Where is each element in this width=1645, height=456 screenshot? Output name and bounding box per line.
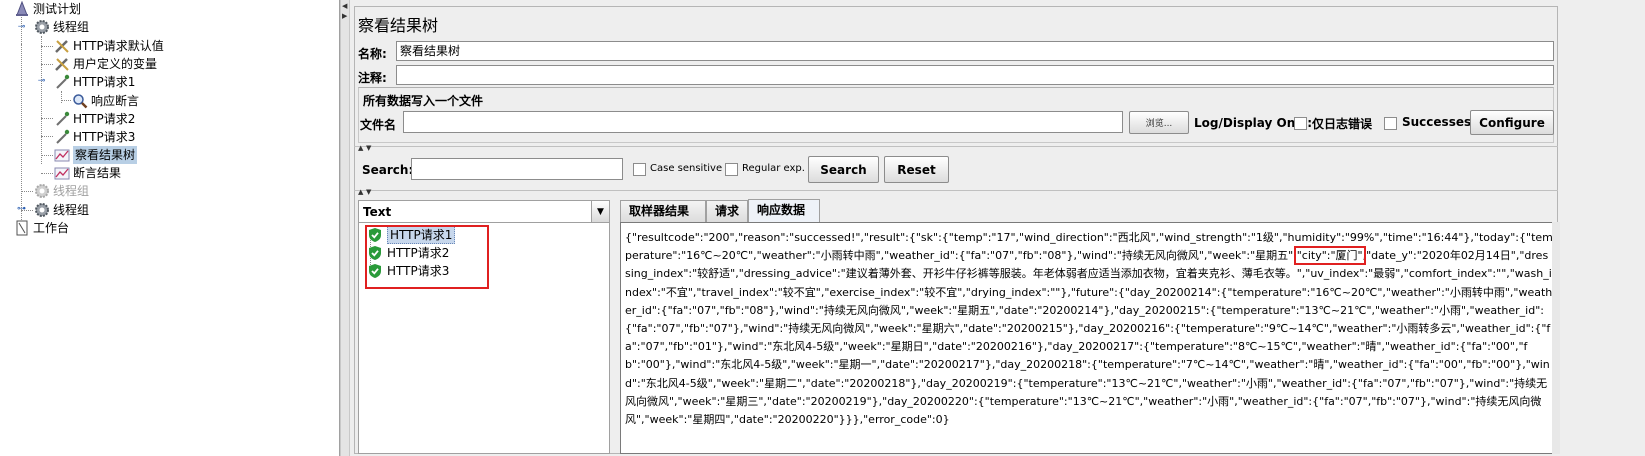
arrow-down-icon[interactable]: ▼ <box>366 188 371 196</box>
errors-only-label: 仅日志错误 <box>1312 117 1373 131</box>
tree-connector <box>41 36 42 164</box>
errors-only-checkbox[interactable] <box>1294 117 1307 130</box>
tree-item-response-assertion[interactable]: 响应断言 <box>72 92 139 110</box>
arrow-right-icon[interactable]: ▶ <box>342 12 347 20</box>
tree-label: 用户定义的变量 <box>73 57 158 71</box>
pipette-icon <box>54 111 70 127</box>
tree-item-http-defaults[interactable]: HTTP请求默认值 <box>54 37 164 55</box>
tree-connector <box>41 155 53 156</box>
arrow-left-icon[interactable]: ◀ <box>342 2 347 10</box>
tree-connector <box>41 136 53 137</box>
sample-result-list[interactable]: Text ▼ HTTP请求1 HTTP请求2 HTTP请求3 <box>358 200 610 454</box>
comment-label: 注释: <box>358 71 387 85</box>
tab-request[interactable]: 请求 <box>706 200 748 222</box>
collapse-toggle[interactable]: ⊸ <box>37 77 46 86</box>
magnifier-icon <box>72 93 88 109</box>
tree-label: HTTP请求2 <box>73 112 136 126</box>
tree-label: 测试计划 <box>33 2 82 16</box>
panel-title: 察看结果树 <box>358 16 439 35</box>
gear-icon <box>34 19 50 35</box>
split-divider[interactable]: ▲ ▼ <box>354 144 1558 152</box>
arrow-up-icon[interactable]: ▲ <box>358 188 363 196</box>
search-label: Search: <box>362 163 414 177</box>
tree-item-user-vars[interactable]: 用户定义的变量 <box>54 55 157 73</box>
tree-connector <box>61 91 62 103</box>
chart-icon <box>54 165 70 181</box>
search-input[interactable] <box>411 158 623 180</box>
annotation-highlight-box <box>365 225 489 289</box>
tree-connector <box>41 64 53 65</box>
tree-label: HTTP请求3 <box>73 130 136 144</box>
arrow-up-icon[interactable]: ▲ <box>358 144 363 152</box>
regex-label: Regular exp. <box>742 163 805 174</box>
response-text-after: ,"date_y":"2020年02月14日","dressing_index"… <box>625 249 1553 427</box>
group-title: 所有数据写入一个文件 <box>363 94 484 108</box>
name-label: 名称: <box>358 47 387 61</box>
tree-item-http-request-2[interactable]: HTTP请求2 <box>54 110 135 128</box>
configure-button[interactable]: Configure <box>1470 110 1554 135</box>
tree-label: 线程组 <box>53 184 90 198</box>
case-sensitive-checkbox[interactable] <box>633 163 646 176</box>
successes-checkbox[interactable] <box>1384 117 1397 130</box>
response-scrollbar[interactable] <box>1552 222 1560 454</box>
collapse-toggle[interactable]: ⊸ <box>17 23 26 32</box>
result-detail-tabs: 取样器结果 请求 响应数据 {"resultcode":"200","reaso… <box>616 199 1560 454</box>
tree-item-thread-group-disabled[interactable]: 线程组 <box>34 182 89 200</box>
tree-item-test-plan[interactable]: 测试计划 <box>14 0 81 18</box>
tree-item-thread-group[interactable]: 线程组 <box>34 18 89 36</box>
vertical-splitter[interactable]: ◀ ▶ <box>340 0 350 456</box>
renderer-select[interactable]: Text ▼ <box>359 201 609 223</box>
view-results-tree-panel: 察看结果树 名称: 察看结果树 注释: 所有数据写入一个文件 文件名 浏览...… <box>352 0 1645 456</box>
tree-item-assertion-results[interactable]: 断言结果 <box>54 164 121 182</box>
test-plan-icon <box>14 1 30 17</box>
gear-icon <box>34 183 50 199</box>
pipette-icon <box>54 129 70 145</box>
split-divider[interactable]: ▲ ▼ <box>354 188 1558 196</box>
name-input[interactable]: 察看结果树 <box>396 41 1554 61</box>
tree-label: 线程组 <box>53 20 90 34</box>
expand-toggle[interactable]: ⊶ <box>17 205 26 214</box>
regex-checkbox[interactable] <box>725 163 738 176</box>
city-field-highlight: "city":"厦门" <box>1293 246 1366 266</box>
case-sensitive-label: Case sensitive <box>650 163 723 174</box>
successes-label: Successes <box>1402 115 1472 129</box>
chevron-down-icon[interactable]: ▼ <box>591 201 609 222</box>
tab-response-data[interactable]: 响应数据 <box>748 199 820 222</box>
chart-icon <box>54 147 70 163</box>
tree-connector <box>41 118 53 119</box>
wrench-icon <box>54 56 70 72</box>
tree-connector <box>21 44 22 228</box>
wrench-icon <box>54 38 70 54</box>
arrow-down-icon[interactable]: ▼ <box>366 144 371 152</box>
tree-connector <box>61 100 71 101</box>
filename-label: 文件名 <box>360 118 397 132</box>
renderer-value: Text <box>363 205 392 219</box>
workbench-icon <box>14 220 30 236</box>
tree-label: 断言结果 <box>73 166 122 180</box>
tree-item-http-request-1[interactable]: HTTP请求1 <box>54 73 135 91</box>
tree-label: 工作台 <box>33 221 70 235</box>
tree-item-view-results-tree[interactable]: 察看结果树 <box>54 146 138 164</box>
tree-connector <box>41 46 53 47</box>
comment-input[interactable] <box>396 65 1554 85</box>
tree-label: 线程组 <box>53 203 90 217</box>
tree-connector <box>41 173 53 174</box>
response-data-text[interactable]: {"resultcode":"200","reason":"successed!… <box>620 222 1558 454</box>
tab-sampler-result[interactable]: 取样器结果 <box>620 200 706 222</box>
tree-item-workbench[interactable]: 工作台 <box>14 219 69 237</box>
browse-button[interactable]: 浏览... <box>1129 111 1189 134</box>
reset-button[interactable]: Reset <box>884 156 949 183</box>
pipette-icon <box>54 74 70 90</box>
tree-label: 响应断言 <box>91 94 140 108</box>
tree-item-thread-group-3[interactable]: 线程组 <box>34 201 89 219</box>
tree-label: HTTP请求默认值 <box>73 39 164 53</box>
tree-label: 察看结果树 <box>73 146 138 164</box>
tree-item-http-request-3[interactable]: HTTP请求3 <box>54 128 135 146</box>
test-plan-tree[interactable]: ⊸ ⊸ ⊶ 测试计划 线程组 HTTP请求默认值 用户定义的变量 HTTP请求1 <box>0 0 340 456</box>
tree-connector <box>21 191 33 192</box>
gear-icon <box>34 202 50 218</box>
tree-label: HTTP请求1 <box>73 75 136 89</box>
search-button[interactable]: Search <box>808 156 879 183</box>
filename-input[interactable] <box>403 111 1123 133</box>
